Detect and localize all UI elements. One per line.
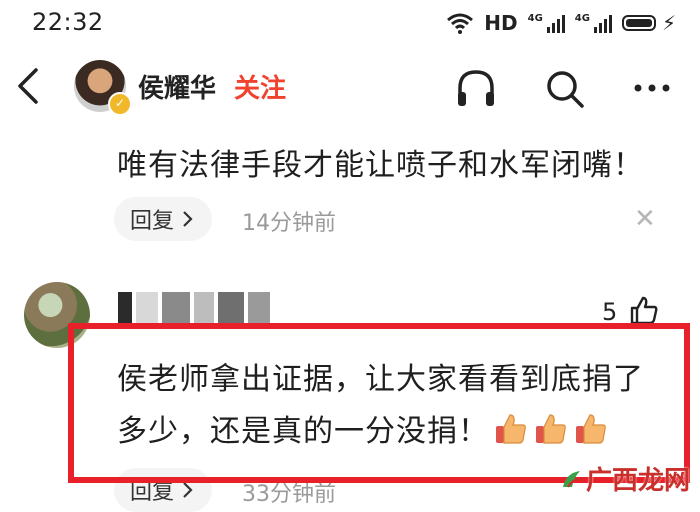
highlight-box (68, 323, 690, 483)
status-icons: HD 4G 4G ⚡ (446, 10, 676, 36)
status-time: 22:32 (32, 8, 104, 36)
network-type-label: 4G (527, 13, 543, 24)
watermark-logo-icon (563, 470, 582, 487)
chevron-right-icon (183, 482, 193, 498)
search-icon[interactable] (540, 64, 588, 112)
watermark: 广西龙网 (560, 460, 690, 497)
comment-text: 唯有法律手段才能让喷子和水军闭嘴！ (117, 148, 644, 183)
signal-icon-1: 4G (528, 13, 565, 33)
wifi-icon (447, 13, 474, 34)
reply-label: 回复 (130, 209, 175, 234)
more-icon[interactable] (628, 64, 676, 112)
watermark-text: 广西龙网 (586, 466, 691, 496)
chevron-right-icon (183, 211, 193, 227)
back-icon[interactable] (10, 66, 50, 106)
close-icon[interactable]: ✕ (634, 204, 656, 234)
charging-icon: ⚡ (661, 11, 676, 35)
blurred-username (118, 292, 270, 324)
author-name[interactable]: 侯耀华 (138, 68, 216, 105)
reply-button[interactable]: 回复 (114, 197, 213, 241)
follow-button[interactable]: 关注 (234, 68, 286, 105)
thumbs-up-icon[interactable] (628, 294, 660, 326)
headphones-icon[interactable] (452, 64, 500, 112)
battery-icon (621, 15, 656, 31)
verified-badge-icon: ✓ (108, 92, 132, 116)
like-count: 5 (602, 298, 618, 326)
hd-label: HD (484, 11, 518, 35)
network-type-label: 4G (574, 13, 590, 24)
signal-icon-2: 4G (575, 13, 612, 33)
comment-time: 14分钟前 (242, 211, 336, 236)
